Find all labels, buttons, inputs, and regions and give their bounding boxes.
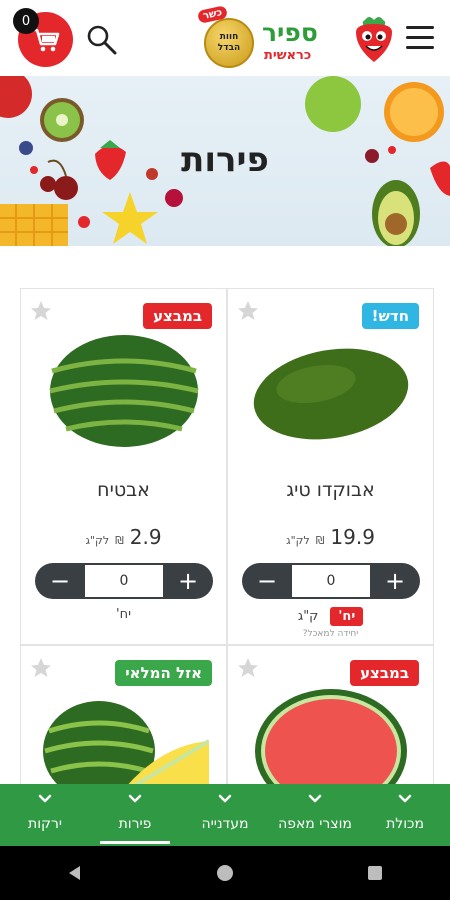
home-circle-icon xyxy=(217,865,233,881)
kosher-seal-line2: הבדל xyxy=(217,43,241,53)
chevron-down-icon xyxy=(38,794,52,803)
nav-item-grocery[interactable]: מכולת xyxy=(360,784,450,846)
unit-selector: יח' xyxy=(21,607,226,622)
recents-square-icon xyxy=(368,866,382,880)
product-price: 19.9 xyxy=(330,525,375,549)
product-image[interactable] xyxy=(21,680,226,788)
product-name[interactable]: אבטיח xyxy=(21,479,226,501)
search-button[interactable] xyxy=(84,22,120,58)
unit-selector: יח' ק"ג xyxy=(228,607,433,626)
strawberry-mascot-icon xyxy=(356,17,392,62)
recents-button[interactable] xyxy=(363,861,387,885)
quantity-stepper: − 0 + xyxy=(242,563,420,599)
price-unit: לק"ג xyxy=(85,534,110,547)
product-badge-sale: במבצע xyxy=(143,303,212,329)
product-image[interactable] xyxy=(228,680,433,788)
app-header: 0 חוות הבדל כשר ספיר כראשית xyxy=(0,0,450,76)
nav-label: פירות xyxy=(118,816,152,832)
product-price: 2.9 xyxy=(129,525,162,549)
nav-item-deli[interactable]: מעדנייה xyxy=(180,784,270,846)
quantity-value[interactable]: 0 xyxy=(292,565,370,597)
logo-subtitle: כראשית xyxy=(264,48,312,63)
hamburger-menu-button[interactable] xyxy=(406,26,434,52)
cart-icon xyxy=(31,28,59,51)
favorite-star-icon[interactable] xyxy=(236,656,260,680)
cart-count-badge: 0 xyxy=(13,8,39,34)
product-card: חדש! אבוקדו טיג 19.9 ₪ לק"ג − 0 + יח' ק"… xyxy=(227,288,434,645)
unit-note: יחידה למאכל? xyxy=(302,629,359,639)
favorite-star-icon[interactable] xyxy=(29,656,53,680)
nav-item-fruits[interactable]: פירות xyxy=(90,784,180,846)
decrease-quantity-button[interactable]: − xyxy=(242,563,292,599)
menu-bar-icon xyxy=(406,36,434,39)
unit-option-kg[interactable]: ק"ג xyxy=(298,609,319,624)
product-grid: חדש! אבוקדו טיג 19.9 ₪ לק"ג − 0 + יח' ק"… xyxy=(20,288,434,788)
system-navigation-bar xyxy=(0,846,450,900)
product-card: במבצע xyxy=(227,645,434,788)
nav-item-vegetables[interactable]: ירקות xyxy=(0,784,90,846)
menu-bar-icon xyxy=(406,46,434,49)
nav-label: מוצרי מאפה xyxy=(278,816,352,832)
price-row: 19.9 ₪ לק"ג xyxy=(228,525,433,549)
product-name[interactable]: אבוקדו טיג xyxy=(228,479,433,501)
quantity-stepper: − 0 + xyxy=(35,563,213,599)
active-tab-indicator xyxy=(100,841,170,844)
yellow-watermelon-image-icon xyxy=(42,701,209,788)
avocado-image-icon xyxy=(253,348,408,440)
nav-label: מעדנייה xyxy=(201,816,249,832)
increase-quantity-button[interactable]: + xyxy=(163,563,213,599)
decrease-quantity-button[interactable]: − xyxy=(35,563,85,599)
nav-label: מכולת xyxy=(386,816,424,832)
search-icon xyxy=(87,25,117,55)
product-card: במבצע אבטיח 2.9 ₪ לק"ג − 0 + יח' xyxy=(20,288,227,645)
currency-symbol: ₪ xyxy=(315,534,325,547)
nav-label: ירקות xyxy=(28,816,62,832)
chevron-down-icon xyxy=(218,794,232,803)
home-button[interactable] xyxy=(213,861,237,885)
brand-logo[interactable]: חוות הבדל כשר ספיר כראשית xyxy=(192,5,397,70)
nav-item-bakery[interactable]: מוצרי מאפה xyxy=(270,784,360,846)
kosher-seal: חוות הבדל xyxy=(204,18,254,68)
unit-option-piece[interactable]: יח' xyxy=(330,607,364,626)
watermelon-slice-image-icon xyxy=(254,689,407,788)
product-image[interactable] xyxy=(21,331,226,451)
back-triangle-icon xyxy=(69,866,80,880)
unit-option-piece[interactable]: יח' xyxy=(116,607,131,622)
increase-quantity-button[interactable]: + xyxy=(370,563,420,599)
product-badge-new: חדש! xyxy=(361,303,419,329)
category-title: פירות xyxy=(181,140,269,180)
back-button[interactable] xyxy=(63,861,87,885)
favorite-star-icon[interactable] xyxy=(29,299,53,323)
chevron-down-icon xyxy=(398,794,412,803)
favorite-star-icon[interactable] xyxy=(236,299,260,323)
chevron-down-icon xyxy=(308,794,322,803)
product-card: אזל המלאי xyxy=(20,645,227,788)
category-banner: פירות xyxy=(0,76,450,246)
chevron-down-icon xyxy=(128,794,142,803)
menu-bar-icon xyxy=(406,26,434,29)
price-unit: לק"ג xyxy=(286,534,310,547)
product-image[interactable] xyxy=(228,331,433,451)
kosher-seal-line1: חוות xyxy=(219,32,239,42)
logo-name: ספיר xyxy=(262,18,318,47)
watermelon-image-icon xyxy=(48,335,199,447)
quantity-value[interactable]: 0 xyxy=(85,565,163,597)
currency-symbol: ₪ xyxy=(115,534,124,547)
price-row: 2.9 ₪ לק"ג xyxy=(21,525,226,549)
category-nav: מכולת מוצרי מאפה מעדנייה פירות ירקות xyxy=(0,784,450,846)
